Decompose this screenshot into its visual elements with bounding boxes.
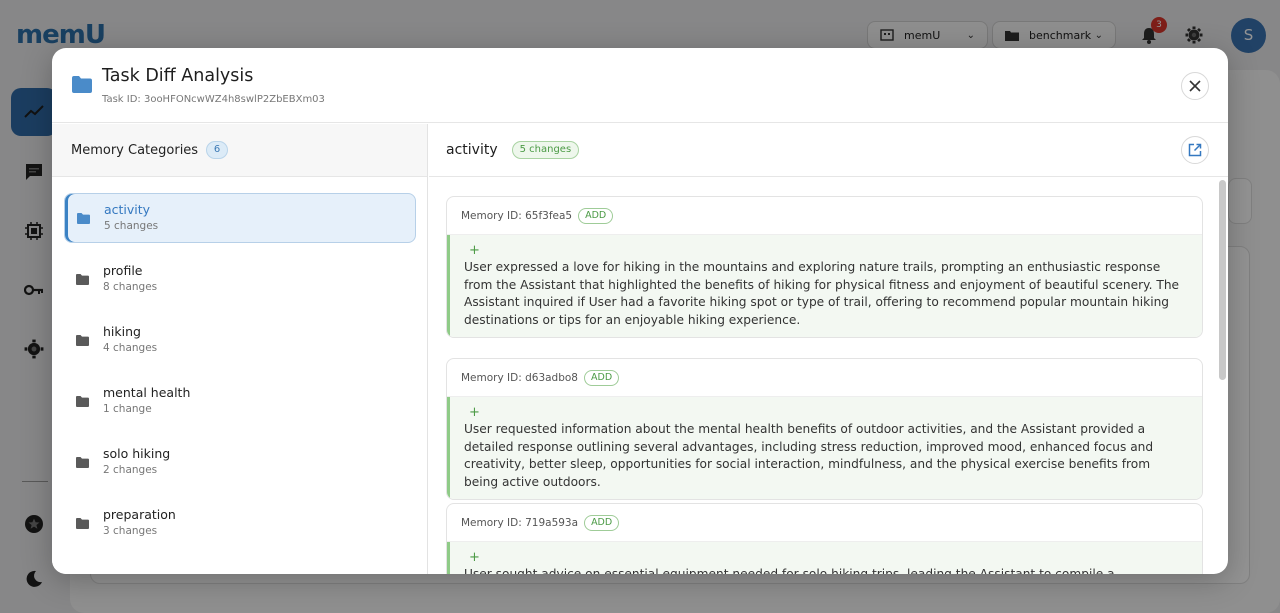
- category-change-count: 3 changes: [103, 525, 158, 537]
- category-name: mental health: [103, 385, 191, 400]
- category-item-solo-hiking[interactable]: solo hiking 2 changes: [64, 437, 416, 487]
- close-icon: [1189, 80, 1201, 92]
- memory-list[interactable]: Memory ID: 65f3fea5 ADD + User expressed…: [429, 178, 1228, 574]
- open-external-button[interactable]: [1181, 136, 1209, 164]
- folder-icon: [76, 517, 89, 529]
- category-change-count: 8 changes: [103, 281, 158, 293]
- category-item-activity[interactable]: activity 5 changes: [64, 193, 416, 243]
- detail-panel: activity 5 changes Memory ID: 65f3fea5 A…: [429, 124, 1228, 574]
- category-name: hiking: [103, 324, 141, 339]
- task-id: Task ID: 3ooHFONcwWZ4h8swlP2ZbEBXm03: [102, 94, 325, 105]
- plus-sign: +: [469, 550, 480, 565]
- memory-id: Memory ID: 719a593a: [461, 516, 579, 529]
- folder-icon: [76, 456, 89, 468]
- plus-sign: +: [469, 243, 480, 258]
- folder-icon: [72, 76, 92, 93]
- memory-id: Memory ID: 65f3fea5: [461, 209, 573, 222]
- memory-id: Memory ID: d63adbo8: [461, 371, 578, 384]
- category-item-profile[interactable]: profile 8 changes: [64, 254, 416, 304]
- memory-card-header: Memory ID: 719a593a ADD: [447, 504, 1202, 542]
- category-item-preparation[interactable]: preparation 3 changes: [64, 498, 416, 548]
- memory-card-header: Memory ID: d63adbo8 ADD: [447, 359, 1202, 397]
- categories-count-badge: 6: [206, 141, 229, 159]
- category-item-mental-health[interactable]: mental health 1 change: [64, 376, 416, 426]
- changes-badge: 5 changes: [511, 141, 580, 159]
- close-button[interactable]: [1181, 72, 1209, 100]
- memory-card-header: Memory ID: 65f3fea5 ADD: [447, 197, 1202, 235]
- category-name: profile: [103, 263, 143, 278]
- category-list: activity 5 changes profile 8 changes hik…: [52, 177, 427, 548]
- memory-text: User expressed a love for hiking in the …: [464, 260, 1180, 327]
- add-badge: ADD: [584, 369, 620, 386]
- memory-text: User sought advice on essential equipmen…: [464, 567, 1115, 574]
- categories-header: Memory Categories 6: [52, 124, 427, 177]
- memory-card: Memory ID: 65f3fea5 ADD + User expressed…: [446, 196, 1203, 338]
- categories-title: Memory Categories: [71, 142, 199, 158]
- memory-diff: + User sought advice on essential equipm…: [447, 542, 1202, 574]
- category-change-count: 4 changes: [103, 342, 158, 354]
- categories-panel: Memory Categories 6 activity 5 changes p…: [52, 124, 428, 574]
- task-diff-modal: Task Diff Analysis Task ID: 3ooHFONcwWZ4…: [52, 48, 1228, 574]
- detail-title: activity: [446, 142, 498, 158]
- add-badge: ADD: [578, 207, 614, 224]
- folder-icon: [76, 395, 89, 407]
- memory-card: Memory ID: 719a593a ADD + User sought ad…: [446, 503, 1203, 574]
- memory-card: Memory ID: d63adbo8 ADD + User requested…: [446, 358, 1203, 500]
- memory-diff: + User expressed a love for hiking in th…: [447, 235, 1202, 337]
- category-name: preparation: [103, 507, 176, 522]
- plus-sign: +: [469, 405, 480, 420]
- modal-title: Task Diff Analysis: [102, 66, 254, 86]
- category-change-count: 5 changes: [104, 220, 159, 232]
- scrollbar[interactable]: [1219, 180, 1226, 380]
- open-in-new-icon: [1188, 143, 1202, 157]
- category-change-count: 1 change: [103, 403, 152, 415]
- category-name: solo hiking: [103, 446, 171, 461]
- memory-text: User requested information about the men…: [464, 422, 1154, 489]
- add-badge: ADD: [584, 514, 620, 531]
- category-item-hiking[interactable]: hiking 4 changes: [64, 315, 416, 365]
- detail-header: activity 5 changes: [429, 124, 1228, 177]
- folder-icon: [76, 334, 89, 346]
- memory-diff: + User requested information about the m…: [447, 397, 1202, 499]
- category-name: activity: [104, 202, 151, 217]
- modal-header: Task Diff Analysis Task ID: 3ooHFONcwWZ4…: [52, 48, 1228, 123]
- folder-icon: [76, 273, 89, 285]
- category-change-count: 2 changes: [103, 464, 158, 476]
- folder-icon: [77, 212, 90, 224]
